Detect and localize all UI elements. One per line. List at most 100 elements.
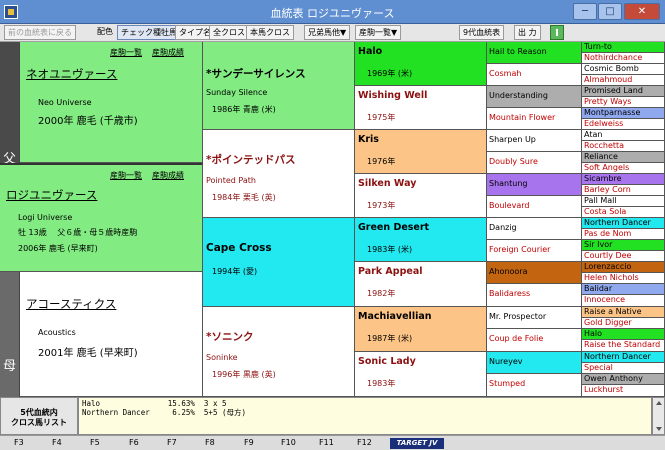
gen5-cell[interactable]: Northern Dancer: [582, 352, 665, 363]
gen4-cell[interactable]: Mountain Flower: [487, 108, 582, 130]
cross-list-text[interactable]: Halo 15.63% 3 x 5 Northern Dancer 6.25% …: [78, 397, 652, 435]
cross-list-scrollbar[interactable]: [652, 397, 665, 435]
progeny-list-link[interactable]: 産駒一覧: [110, 47, 142, 58]
gen3-cell[interactable]: Sonic Lady 1983年: [355, 352, 487, 397]
gen5-cell[interactable]: Sicambre: [582, 174, 665, 185]
gen4-cell[interactable]: Doubly Sure: [487, 152, 582, 174]
maximize-button[interactable]: □: [598, 3, 622, 20]
gen5-cell[interactable]: Halo: [582, 329, 665, 340]
gen5-cell[interactable]: Promised Land: [582, 86, 665, 97]
f9-key[interactable]: F9: [244, 438, 254, 447]
gen5-cell[interactable]: Pretty Ways: [582, 97, 665, 108]
gen3-cell[interactable]: Kris 1976年: [355, 130, 487, 174]
gen2-cell[interactable]: *サンデーサイレンス Sunday Silence 1986年 青鹿 (米): [203, 42, 355, 130]
subject-name[interactable]: ロジユニヴァース: [6, 187, 97, 203]
gen5-cell[interactable]: Northern Dancer: [582, 218, 665, 229]
gen5-cell[interactable]: Lorenzaccio: [582, 262, 665, 273]
gen3-name[interactable]: Kris: [358, 134, 379, 145]
gen3-name[interactable]: Park Appeal: [358, 266, 423, 277]
gen2-cell[interactable]: *ポインテッドパス Pointed Path 1984年 栗毛 (英): [203, 130, 355, 218]
gen4-cell[interactable]: Cosmah: [487, 64, 582, 86]
gen4-cell[interactable]: Understanding: [487, 86, 582, 108]
gen5-cell[interactable]: Cosmic Bomb: [582, 64, 665, 75]
gen5-cell[interactable]: Raise the Standard: [582, 340, 665, 352]
gen2-name[interactable]: *ポインテッドパス: [206, 152, 296, 167]
f8-key[interactable]: F8: [205, 438, 215, 447]
f3-key[interactable]: F3: [14, 438, 24, 447]
gen5-cell[interactable]: Rocchetta: [582, 141, 665, 152]
gen4-cell[interactable]: Balidaress: [487, 284, 582, 307]
gen5-cell[interactable]: Atan: [582, 130, 665, 141]
gen5-cell[interactable]: Costa Sola: [582, 207, 665, 218]
gen4-cell[interactable]: Sharpen Up: [487, 130, 582, 152]
gen5-cell[interactable]: Pas de Nom: [582, 229, 665, 240]
f11-key[interactable]: F11: [319, 438, 334, 447]
progeny-dropdown[interactable]: 産駒一覧▼: [355, 25, 402, 40]
dam-cell[interactable]: アコースティクス Acoustics 2001年 鹿毛 (早来町): [20, 272, 203, 397]
f6-key[interactable]: F6: [129, 438, 139, 447]
check-sire-button[interactable]: チェック種牡馬: [117, 25, 181, 40]
print-button[interactable]: 出 力: [514, 25, 541, 40]
gen5-cell[interactable]: Luckhurst: [582, 385, 665, 397]
gen4-cell[interactable]: Shantung: [487, 174, 582, 196]
gen3-cell[interactable]: Silken Way 1973年: [355, 174, 487, 218]
nine-gen-button[interactable]: 9代血統表: [459, 25, 505, 40]
gen4-cell[interactable]: Coup de Folie: [487, 329, 582, 352]
gen4-cell[interactable]: Ahonoora: [487, 262, 582, 284]
gen5-cell[interactable]: Montparnasse: [582, 108, 665, 119]
gen4-cell[interactable]: Danzig: [487, 218, 582, 240]
gen2-cell[interactable]: Cape Cross 1994年 (愛): [203, 218, 355, 307]
gen5-cell[interactable]: Helen Nichols: [582, 273, 665, 284]
gen5-cell[interactable]: Sir Ivor: [582, 240, 665, 251]
gen5-cell[interactable]: Gold Digger: [582, 318, 665, 329]
sire-cell[interactable]: 産駒一覧 産駒成績 ネオユニヴァース Neo Universe 2000年 鹿毛…: [20, 42, 203, 163]
dam-name[interactable]: アコースティクス: [26, 296, 116, 312]
subject-progeny-results-link[interactable]: 産駒成績: [152, 170, 184, 181]
gen2-name[interactable]: *ソニンク: [206, 329, 254, 344]
gen5-cell[interactable]: Nothirdchance: [582, 53, 665, 64]
gen4-cell[interactable]: Nureyev: [487, 352, 582, 374]
gen5-cell[interactable]: Soft Angels: [582, 163, 665, 174]
f12-key[interactable]: F12: [357, 438, 372, 447]
gen3-cell[interactable]: Halo 1969年 (米): [355, 42, 487, 86]
gen3-name[interactable]: Machiavellian: [358, 311, 432, 322]
gen5-cell[interactable]: Reliance: [582, 152, 665, 163]
gen5-cell[interactable]: Barley Corn: [582, 185, 665, 196]
this-horse-cross-button[interactable]: 本馬クロス: [246, 25, 294, 40]
gen5-cell[interactable]: Turn-to: [582, 42, 665, 53]
siblings-dropdown[interactable]: 兄弟馬他▼: [304, 25, 351, 40]
f5-key[interactable]: F5: [90, 438, 100, 447]
close-button[interactable]: ✕: [624, 3, 660, 20]
gen4-cell[interactable]: Stumped: [487, 374, 582, 397]
gen3-name[interactable]: Silken Way: [358, 178, 416, 189]
gen4-cell[interactable]: Boulevard: [487, 196, 582, 218]
f7-key[interactable]: F7: [167, 438, 177, 447]
gen5-cell[interactable]: Balidar: [582, 284, 665, 295]
sire-name[interactable]: ネオユニヴァース: [26, 66, 117, 82]
gen3-name[interactable]: Green Desert: [358, 222, 429, 233]
gen3-cell[interactable]: Machiavellian 1987年 (米): [355, 307, 487, 352]
gen5-cell[interactable]: Almahmoud: [582, 75, 665, 86]
gen3-name[interactable]: Wishing Well: [358, 90, 427, 101]
gen4-cell[interactable]: Mr. Prospector: [487, 307, 582, 329]
gen5-cell[interactable]: Courtly Dee: [582, 251, 665, 262]
progeny-results-link[interactable]: 産駒成績: [152, 47, 184, 58]
exit-icon[interactable]: [550, 25, 564, 40]
gen5-cell[interactable]: Innocence: [582, 295, 665, 307]
prev-pedigree-button[interactable]: 前の血統表に戻る: [4, 25, 76, 40]
all-cross-button[interactable]: 全クロス: [209, 25, 249, 40]
f4-key[interactable]: F4: [52, 438, 62, 447]
gen5-cell[interactable]: Edelweiss: [582, 119, 665, 130]
gen3-cell[interactable]: Wishing Well 1975年: [355, 86, 487, 130]
subject-cell[interactable]: 産駒一覧 産駒成績 ロジユニヴァース Logi Universe 牡 13歳 父…: [0, 163, 203, 272]
subject-progeny-list-link[interactable]: 産駒一覧: [110, 170, 142, 181]
gen4-cell[interactable]: Hail to Reason: [487, 42, 582, 64]
gen3-cell[interactable]: Park Appeal 1982年: [355, 262, 487, 307]
f10-key[interactable]: F10: [281, 438, 296, 447]
gen5-cell[interactable]: Pall Mall: [582, 196, 665, 207]
gen3-name[interactable]: Halo: [358, 46, 382, 57]
gen4-cell[interactable]: Foreign Courier: [487, 240, 582, 262]
gen5-cell[interactable]: Special: [582, 363, 665, 374]
minimize-button[interactable]: ─: [573, 3, 597, 20]
gen3-cell[interactable]: Green Desert 1983年 (米): [355, 218, 487, 262]
